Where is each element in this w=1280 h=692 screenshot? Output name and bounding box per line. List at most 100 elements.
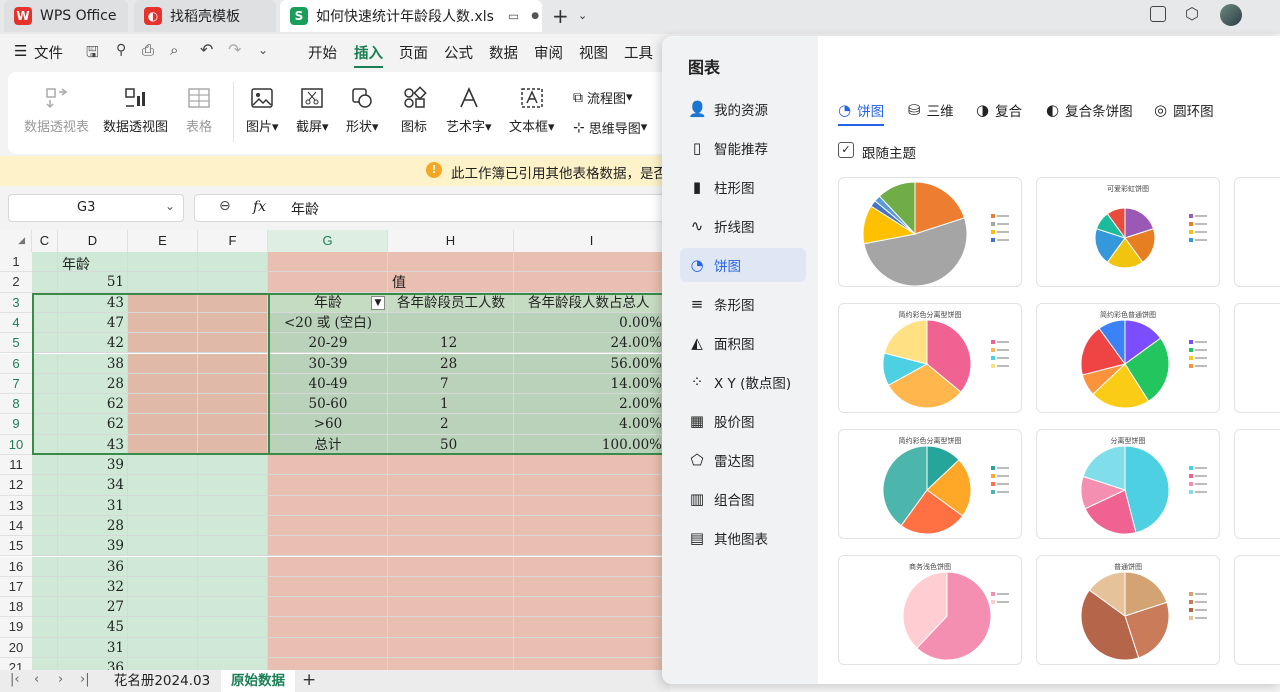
grid-cell[interactable] [198, 373, 268, 395]
grid-cell[interactable] [128, 292, 198, 313]
undo-icon[interactable]: ↶ [200, 40, 213, 59]
cube-icon[interactable]: ⬡ [1185, 4, 1199, 23]
pie-template-card[interactable] [1234, 303, 1280, 413]
grid-cell[interactable] [514, 617, 670, 638]
grid-cell[interactable] [32, 333, 58, 354]
grid-cell[interactable] [514, 455, 670, 476]
row-header[interactable]: 18 [0, 597, 32, 618]
save-icon[interactable]: 🖫 [86, 42, 99, 67]
category-scatter-chart[interactable]: ⁘ X Y (散点图) [680, 365, 806, 399]
pivot-row-percent[interactable]: 56.00% [514, 354, 662, 374]
grid-cell[interactable] [268, 515, 388, 537]
grid-cell[interactable] [128, 658, 198, 670]
redo-icon[interactable]: ↷ [228, 40, 241, 59]
zoom-search-icon[interactable]: ⊖ [219, 198, 231, 214]
cell-d-value[interactable]: 45 [58, 617, 124, 637]
window-restore-icon[interactable] [1150, 6, 1166, 22]
cell-d-value[interactable]: 51 [58, 272, 124, 292]
tab-list-chevron-icon[interactable]: ⌄ [578, 9, 587, 22]
follow-theme-checkbox[interactable]: ✓ [838, 142, 854, 158]
column-header-H[interactable]: H [388, 230, 514, 252]
grid-cell[interactable] [198, 515, 268, 537]
category-smart-recommend[interactable]: ▯ 智能推荐 [680, 131, 806, 165]
shape-button[interactable]: 形状▾ [346, 86, 379, 135]
sheet-tab-raw-data[interactable]: 原始数据 [221, 670, 295, 692]
menu-insert[interactable]: 插入 [354, 42, 383, 68]
menu-formula[interactable]: 公式 [444, 42, 473, 63]
row-header[interactable]: 14 [0, 515, 32, 537]
grid-cell[interactable] [268, 576, 388, 598]
tab-find-templates[interactable]: ◐ 找稻壳模板 [134, 0, 276, 32]
grid-cell[interactable] [128, 333, 198, 354]
pie-template-card[interactable]: 普通饼图 [1036, 555, 1220, 665]
grid-cell[interactable] [128, 353, 198, 374]
cell-d-value[interactable]: 27 [58, 597, 124, 617]
table-button[interactable]: 表格 [186, 86, 212, 135]
pie-template-card[interactable]: 简约彩色分离型饼图 [838, 303, 1022, 413]
export-icon[interactable]: ⚲ [116, 42, 126, 58]
grid-cell[interactable] [128, 536, 198, 557]
cell-d-value[interactable]: 62 [58, 414, 124, 434]
grid-cell[interactable] [32, 576, 58, 598]
cell-d-value[interactable]: 31 [58, 638, 124, 658]
row-header[interactable]: 21 [0, 658, 32, 670]
menu-page[interactable]: 页面 [399, 42, 428, 63]
pie-template-card[interactable]: 简约彩色普通饼图 [1036, 303, 1220, 413]
grid-cell[interactable] [32, 515, 58, 537]
grid-cell[interactable] [32, 353, 58, 374]
grid-cell[interactable] [268, 455, 388, 476]
grid-cell[interactable] [388, 576, 514, 598]
grid-cell[interactable] [198, 495, 268, 516]
grid-cell[interactable] [514, 475, 670, 496]
row-header[interactable]: 13 [0, 495, 32, 516]
pivot-row-label[interactable]: >60 [268, 414, 388, 434]
pie-template-card[interactable]: 可爱彩虹饼图 [1036, 177, 1220, 287]
grid-cell[interactable] [388, 536, 514, 557]
pivot-row-percent[interactable]: 14.00% [514, 374, 662, 394]
pie-template-card[interactable]: 商务浅色饼图 [838, 555, 1022, 665]
grid-cell[interactable] [514, 576, 670, 598]
column-header-D[interactable]: D [58, 230, 128, 252]
cell-d1-header[interactable]: 年龄 [62, 254, 90, 274]
cell-d-value[interactable]: 36 [58, 557, 124, 577]
tab-wps-office[interactable]: W WPS Office [4, 0, 128, 32]
grid-cell[interactable] [388, 556, 514, 577]
row-header[interactable]: 20 [0, 637, 32, 658]
pie-template-card[interactable]: 简约彩色分离型饼图 [838, 429, 1022, 539]
cell-d-value[interactable]: 43 [58, 293, 124, 313]
pivot-row-label[interactable]: 50-60 [268, 394, 388, 414]
pivot-filter-dropdown-icon[interactable]: ▼ [371, 295, 385, 310]
quick-access-chevron-icon[interactable]: ⌄ [258, 43, 268, 57]
menu-review[interactable]: 审阅 [534, 42, 563, 63]
grid-cell[interactable] [198, 637, 268, 658]
grid-cell[interactable] [198, 475, 268, 496]
grid-cell[interactable] [32, 434, 58, 455]
row-header[interactable]: 4 [0, 312, 32, 334]
add-sheet-icon[interactable]: + [302, 670, 316, 690]
pie-template-card[interactable] [1234, 429, 1280, 539]
row-header[interactable]: 16 [0, 556, 32, 577]
grid-cell[interactable] [388, 597, 514, 618]
column-header-I[interactable]: I [514, 230, 670, 252]
row-header[interactable]: 2 [0, 272, 32, 293]
pivot-row-count[interactable]: 7 [440, 374, 500, 394]
grid-cell[interactable] [32, 637, 58, 658]
category-column-chart[interactable]: ▮ 柱形图 [680, 170, 806, 204]
category-stock-chart[interactable]: ▦ 股价图 [680, 404, 806, 438]
fx-icon[interactable]: fx [253, 199, 266, 215]
pie-template-card[interactable] [1234, 555, 1280, 665]
grid-cell[interactable] [198, 292, 268, 313]
grid-cell[interactable] [32, 536, 58, 557]
grid-cell[interactable] [268, 536, 388, 557]
spreadsheet-grid[interactable]: ◢ C D E F G H I 1 2 3 4 5 6 7 8 9 10 11 12 13 14 15 16 17 18 19 20 2… [0, 230, 670, 670]
pivot-row-label[interactable]: 20-29 [268, 333, 388, 353]
grid-cell[interactable] [128, 475, 198, 496]
grid-cell[interactable] [268, 252, 388, 273]
pivot-row-percent[interactable]: 2.00% [514, 394, 662, 414]
monitor-icon[interactable]: ▭ [508, 9, 519, 23]
grid-cell[interactable] [32, 312, 58, 334]
grid-cell[interactable] [32, 556, 58, 577]
formula-content[interactable]: 年龄 [291, 199, 319, 219]
menu-home[interactable]: 开始 [308, 42, 337, 63]
cell-d-value[interactable]: 43 [58, 435, 124, 455]
